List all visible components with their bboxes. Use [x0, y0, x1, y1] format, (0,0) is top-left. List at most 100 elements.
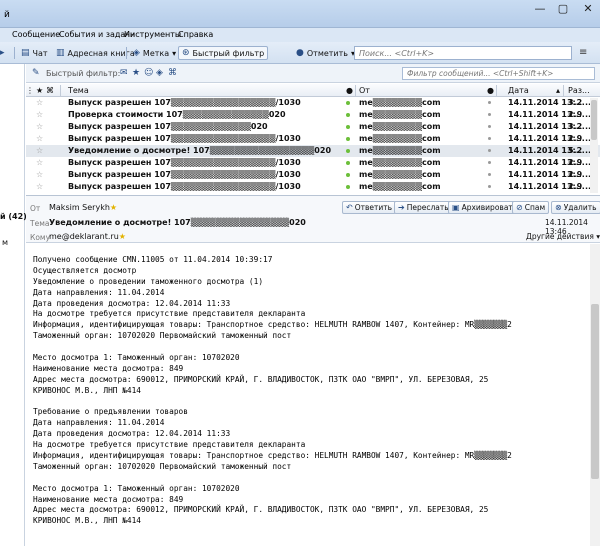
- spam-label: Спам: [524, 203, 546, 212]
- star-column-icon[interactable]: ★: [36, 86, 43, 95]
- read-status-icon[interactable]: [346, 101, 350, 105]
- body-line: Место досмотра 1: Таможенный орган: 1070…: [33, 353, 240, 363]
- arrow-icon: ▸: [0, 48, 5, 58]
- other-actions-button[interactable]: Другие действия ▾: [526, 232, 600, 241]
- message-subject-cell: Выпуск разрешен 107▒▒▒▒▒▒▒▒▒▒▒▒▒▒▒▒▒/103…: [68, 158, 301, 167]
- toolbar-menu-arrow[interactable]: ▸: [0, 46, 5, 60]
- junk-status-icon[interactable]: [488, 125, 491, 128]
- junk-status-icon[interactable]: [488, 113, 491, 116]
- message-row[interactable]: ☆ Выпуск разрешен 107▒▒▒▒▒▒▒▒▒▒▒▒▒020 me▒▒…: [26, 121, 600, 133]
- forward-button[interactable]: ➔ Переслать: [394, 201, 453, 214]
- sort-arrow-icon: ▴: [556, 86, 561, 95]
- star-icon[interactable]: ☆: [36, 146, 43, 155]
- title-bar: й — ▢ ✕: [0, 0, 600, 28]
- column-separator: [496, 85, 497, 96]
- tag-filter-icon[interactable]: ◈: [156, 68, 163, 78]
- star-icon[interactable]: ☆: [36, 110, 43, 119]
- attachment-column-icon[interactable]: ⌘: [46, 86, 54, 95]
- unread-filter-icon[interactable]: ✉: [120, 68, 128, 78]
- quick-filter-bar: ✎ Быстрый фильтр: ✉ ★ ☺ ◈ ⌘ Фильтр сообщ…: [26, 64, 600, 83]
- sender-name[interactable]: Maksim Serykh★: [49, 203, 117, 212]
- minimize-button[interactable]: —: [529, 0, 551, 20]
- app-menu-icon[interactable]: ≡: [579, 47, 587, 58]
- body-line: [33, 527, 590, 538]
- read-status-icon[interactable]: [346, 149, 350, 153]
- scrollbar-thumb[interactable]: [591, 304, 599, 479]
- reply-button[interactable]: ↶ Ответить: [342, 201, 397, 214]
- spam-button[interactable]: ⊘ Спам: [512, 201, 550, 214]
- message-list-scrollbar[interactable]: [590, 98, 598, 193]
- size-column-header[interactable]: Раз...: [568, 86, 590, 95]
- attachment-filter-icon[interactable]: ⌘: [168, 68, 177, 78]
- archive-button[interactable]: ▣ Архивировать: [448, 201, 522, 214]
- forward-icon: ➔: [398, 203, 405, 212]
- recipient-text: me@deklarant.ru: [49, 232, 119, 241]
- junk-status-icon[interactable]: [488, 137, 491, 140]
- message-row[interactable]: ☆ Выпуск разрешен 107▒▒▒▒▒▒▒▒▒▒▒▒▒▒▒▒▒/10…: [26, 169, 600, 181]
- read-status-icon[interactable]: [346, 125, 350, 129]
- read-status-icon[interactable]: [346, 113, 350, 117]
- address-book-button[interactable]: ▥ Адресная книга: [56, 46, 135, 60]
- subject-column-header[interactable]: Тема: [68, 86, 89, 95]
- message-row[interactable]: ☆ Выпуск разрешен 107▒▒▒▒▒▒▒▒▒▒▒▒▒▒▒▒▒/10…: [26, 97, 600, 109]
- chat-button[interactable]: ▤ Чат: [21, 46, 48, 60]
- tag-icon: ◈: [133, 48, 140, 58]
- sender-name-text: Maksim Serykh: [49, 203, 110, 212]
- delete-button[interactable]: ⊗ Удалить: [551, 201, 600, 214]
- star-icon[interactable]: ☆: [36, 170, 43, 179]
- star-icon[interactable]: ☆: [36, 134, 43, 143]
- recipient[interactable]: me@deklarant.ru★: [49, 232, 126, 241]
- contact-star-icon[interactable]: ★: [110, 203, 117, 212]
- body-line: Таможенный орган: 10702020 Первомайский …: [33, 461, 292, 471]
- contact-star-icon[interactable]: ★: [119, 232, 126, 241]
- starred-filter-icon[interactable]: ★: [132, 68, 140, 78]
- read-status-icon[interactable]: [346, 173, 350, 177]
- message-subject-cell: Проверка стоимости 107▒▒▒▒▒▒▒▒▒▒▒▒▒▒020: [68, 110, 286, 119]
- message-row[interactable]: ☆ Выпуск разрешен 107▒▒▒▒▒▒▒▒▒▒▒▒▒▒▒▒▒/10…: [26, 133, 600, 145]
- junk-column-icon[interactable]: ●: [487, 86, 494, 95]
- search-input[interactable]: Поиск... <Ctrl+K>: [354, 46, 572, 60]
- menu-message[interactable]: Сообщение: [12, 30, 60, 39]
- junk-status-icon[interactable]: [488, 101, 491, 104]
- star-icon[interactable]: ☆: [36, 98, 43, 107]
- thread-column-icon[interactable]: ⋮: [26, 86, 34, 95]
- body-line: На досмотре требуется присутствие предст…: [33, 309, 306, 319]
- window-title: й: [4, 10, 10, 20]
- junk-status-icon[interactable]: [488, 173, 491, 176]
- menu-help[interactable]: Справка: [178, 30, 213, 39]
- pin-icon[interactable]: ✎: [32, 68, 40, 78]
- menu-tools[interactable]: Инструменты: [124, 30, 181, 39]
- mark-button[interactable]: ● Отметить ▾: [296, 46, 355, 60]
- account-unread-count[interactable]: й (42): [0, 212, 27, 221]
- quick-filter-button[interactable]: ⊛ Быстрый фильтр: [178, 46, 269, 60]
- read-column-icon[interactable]: ●: [346, 86, 353, 95]
- body-line: Информация, идентифицирующая товары: Тра…: [33, 320, 512, 330]
- star-icon[interactable]: ☆: [36, 158, 43, 167]
- star-icon[interactable]: ☆: [36, 122, 43, 131]
- date-column-header[interactable]: Дата: [508, 86, 529, 95]
- read-status-icon[interactable]: [346, 185, 350, 189]
- tag-button[interactable]: ◈ Метка ▾: [133, 46, 176, 60]
- message-body[interactable]: Получено сообщение CMN.11005 от 11.04.20…: [26, 244, 590, 546]
- junk-status-icon[interactable]: [488, 185, 491, 188]
- read-status-icon[interactable]: [346, 137, 350, 141]
- message-row[interactable]: ☆ Проверка стоимости 107▒▒▒▒▒▒▒▒▒▒▒▒▒▒020…: [26, 109, 600, 121]
- message-from-cell: me▒▒▒▒▒▒▒▒com: [359, 182, 441, 191]
- maximize-button[interactable]: ▢: [552, 0, 574, 20]
- contact-filter-icon[interactable]: ☺: [144, 68, 153, 78]
- body-line: Дата проведения досмотра: 12.04.2014 11:…: [33, 298, 231, 308]
- message-filter-input[interactable]: Фильтр сообщений... <Ctrl+Shift+K>: [402, 67, 595, 80]
- message-row[interactable]: ☆ Уведомление о досмотре! 107▒▒▒▒▒▒▒▒▒▒▒▒…: [26, 145, 600, 157]
- scrollbar-thumb[interactable]: [591, 100, 597, 140]
- junk-status-icon[interactable]: [488, 149, 491, 152]
- close-button[interactable]: ✕: [577, 0, 599, 20]
- body-line: Требование о предъявлении товаров: [33, 407, 188, 417]
- read-status-icon[interactable]: [346, 161, 350, 165]
- message-row[interactable]: ☆ Выпуск разрешен 107▒▒▒▒▒▒▒▒▒▒▒▒▒▒▒▒▒/10…: [26, 157, 600, 169]
- message-from-cell: me▒▒▒▒▒▒▒▒com: [359, 134, 441, 143]
- star-icon[interactable]: ☆: [36, 182, 43, 191]
- from-column-header[interactable]: От: [359, 86, 370, 95]
- message-body-scrollbar[interactable]: [590, 244, 600, 546]
- message-row[interactable]: ☆ Выпуск разрешен 107▒▒▒▒▒▒▒▒▒▒▒▒▒▒▒▒▒/10…: [26, 181, 600, 193]
- junk-status-icon[interactable]: [488, 161, 491, 164]
